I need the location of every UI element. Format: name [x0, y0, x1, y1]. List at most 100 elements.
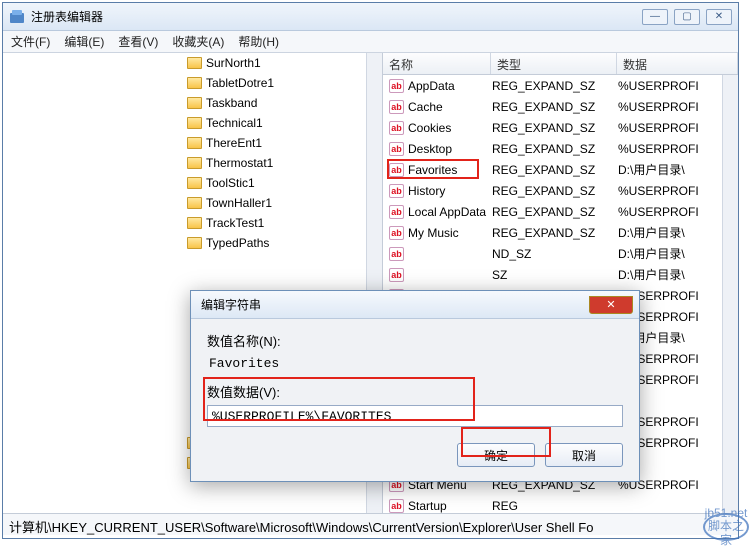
- folder-icon: [187, 117, 202, 129]
- list-row[interactable]: abND_SZD:\用户目录\: [383, 243, 738, 264]
- cell-data: D:\用户目录\: [618, 266, 738, 283]
- cell-name: Desktop: [408, 142, 492, 156]
- list-row[interactable]: abHistoryREG_EXPAND_SZ%USERPROFI: [383, 180, 738, 201]
- tree-item[interactable]: SurNorth1: [3, 53, 366, 73]
- list-row[interactable]: ab DesktopREG_EXPAND_SZ%USERPROFI: [383, 138, 738, 159]
- tree-label: Thermostat1: [206, 156, 273, 170]
- list-row[interactable]: abLocal AppDataREG_EXPAND_SZ%USERPROFI: [383, 201, 738, 222]
- cell-type: REG_EXPAND_SZ: [492, 142, 618, 156]
- tree-item[interactable]: Thermostat1: [3, 153, 366, 173]
- folder-icon: [187, 217, 202, 229]
- tree-label: TabletDotre1: [206, 76, 274, 90]
- tree-item[interactable]: TypedPaths: [3, 233, 366, 253]
- cell-type: REG_EXPAND_SZ: [492, 121, 618, 135]
- string-value-icon: ab: [389, 142, 404, 156]
- window-title: 注册表编辑器: [31, 8, 103, 25]
- list-row[interactable]: abAppDataREG_EXPAND_SZ%USERPROFI: [383, 75, 738, 96]
- menubar: 文件(F) 编辑(E) 查看(V) 收藏夹(A) 帮助(H): [3, 31, 738, 53]
- list-row[interactable]: abMy MusicREG_EXPAND_SZD:\用户目录\: [383, 222, 738, 243]
- string-value-icon: ab: [389, 205, 404, 219]
- list-row[interactable]: ab SZD:\用户目录\: [383, 264, 738, 285]
- string-value-icon: ab: [389, 247, 404, 261]
- titlebar[interactable]: 注册表编辑器 — ▢ ✕: [3, 3, 738, 31]
- tree-label: ToolStic1: [206, 176, 255, 190]
- value-name-label: 数值名称(N):: [207, 331, 623, 350]
- tree-label: TypedPaths: [206, 236, 269, 250]
- cell-type: REG: [492, 499, 618, 513]
- string-value-icon: ab: [389, 79, 404, 93]
- col-type[interactable]: 类型: [491, 53, 617, 74]
- list-scrollbar[interactable]: [722, 75, 738, 513]
- menu-edit[interactable]: 编辑(E): [64, 33, 104, 50]
- minimize-button[interactable]: —: [642, 9, 668, 25]
- string-value-icon: ab: [389, 499, 404, 513]
- cell-type: REG_EXPAND_SZ: [492, 100, 618, 114]
- tree-item[interactable]: TabletDotre1: [3, 73, 366, 93]
- string-value-icon: ab: [389, 163, 404, 177]
- value-name-field: Favorites: [207, 354, 623, 374]
- tree-item[interactable]: TrackTest1: [3, 213, 366, 233]
- value-data-input[interactable]: [207, 405, 623, 427]
- close-button[interactable]: ✕: [706, 9, 732, 25]
- cell-name: History: [408, 184, 492, 198]
- tree-item[interactable]: Technical1: [3, 113, 366, 133]
- cell-data: %USERPROFI: [618, 79, 738, 93]
- dialog-close-button[interactable]: ✕: [589, 296, 633, 314]
- tree-label: Technical1: [206, 116, 263, 130]
- folder-icon: [187, 157, 202, 169]
- cancel-button[interactable]: 取消: [545, 443, 623, 467]
- statusbar: 计算机\HKEY_CURRENT_USER\Software\Microsoft…: [3, 513, 738, 535]
- cell-data: D:\用户目录\: [618, 224, 738, 241]
- tree-label: TownHaller1: [206, 196, 272, 210]
- tree-label: SurNorth1: [206, 56, 261, 70]
- cell-data: %USERPROFI: [618, 142, 738, 156]
- dialog-title: 编辑字符串: [201, 296, 261, 313]
- cell-data: %USERPROFI: [618, 100, 738, 114]
- menu-file[interactable]: 文件(F): [11, 33, 50, 50]
- string-value-icon: ab: [389, 268, 404, 282]
- dialog-titlebar[interactable]: 编辑字符串 ✕: [191, 291, 639, 319]
- tree-item[interactable]: ToolStic1: [3, 173, 366, 193]
- cell-name: Favorites: [408, 163, 492, 177]
- folder-icon: [187, 177, 202, 189]
- cell-name: Cache: [408, 100, 492, 114]
- list-header[interactable]: 名称 类型 数据: [383, 53, 738, 75]
- col-name[interactable]: 名称: [383, 53, 491, 74]
- cell-name: AppData: [408, 79, 492, 93]
- cell-data: %USERPROFI: [618, 184, 738, 198]
- list-row[interactable]: ab StartupREG: [383, 495, 738, 513]
- value-data-label: 数值数据(V):: [207, 382, 623, 401]
- tree-item[interactable]: TownHaller1: [3, 193, 366, 213]
- cell-type: REG_EXPAND_SZ: [492, 226, 618, 240]
- cell-name: Startup: [408, 499, 492, 513]
- tree-item[interactable]: ThereEnt1: [3, 133, 366, 153]
- cell-name: Local AppData: [408, 205, 492, 219]
- cell-name: My Music: [408, 226, 492, 240]
- menu-view[interactable]: 查看(V): [118, 33, 158, 50]
- col-data[interactable]: 数据: [617, 53, 738, 74]
- list-row[interactable]: abFavoritesREG_EXPAND_SZD:\用户目录\: [383, 159, 738, 180]
- cell-data: D:\用户目录\: [618, 161, 738, 178]
- tree-item[interactable]: [3, 253, 366, 273]
- cell-type: REG_EXPAND_SZ: [492, 205, 618, 219]
- cell-data: D:\用户目录\: [618, 245, 738, 262]
- list-row[interactable]: abCookiesREG_EXPAND_SZ%USERPROFI: [383, 117, 738, 138]
- app-icon: [9, 9, 25, 25]
- cell-type: SZ: [492, 268, 618, 282]
- list-row[interactable]: ab CacheREG_EXPAND_SZ%USERPROFI: [383, 96, 738, 117]
- menu-help[interactable]: 帮助(H): [238, 33, 279, 50]
- edit-string-dialog: 编辑字符串 ✕ 数值名称(N): Favorites 数值数据(V): 确定 取…: [190, 290, 640, 482]
- folder-icon: [187, 197, 202, 209]
- string-value-icon: ab: [389, 184, 404, 198]
- ok-button[interactable]: 确定: [457, 443, 535, 467]
- tree-label: Taskband: [206, 96, 257, 110]
- string-value-icon: ab: [389, 100, 404, 114]
- folder-icon: [187, 137, 202, 149]
- cell-data: %USERPROFI: [618, 121, 738, 135]
- tree-item[interactable]: Taskband: [3, 93, 366, 113]
- watermark: jb51.net脚本之家: [703, 513, 749, 541]
- maximize-button[interactable]: ▢: [674, 9, 700, 25]
- menu-favorites[interactable]: 收藏夹(A): [172, 33, 224, 50]
- cell-name: Cookies: [408, 121, 492, 135]
- tree-label: TrackTest1: [206, 216, 264, 230]
